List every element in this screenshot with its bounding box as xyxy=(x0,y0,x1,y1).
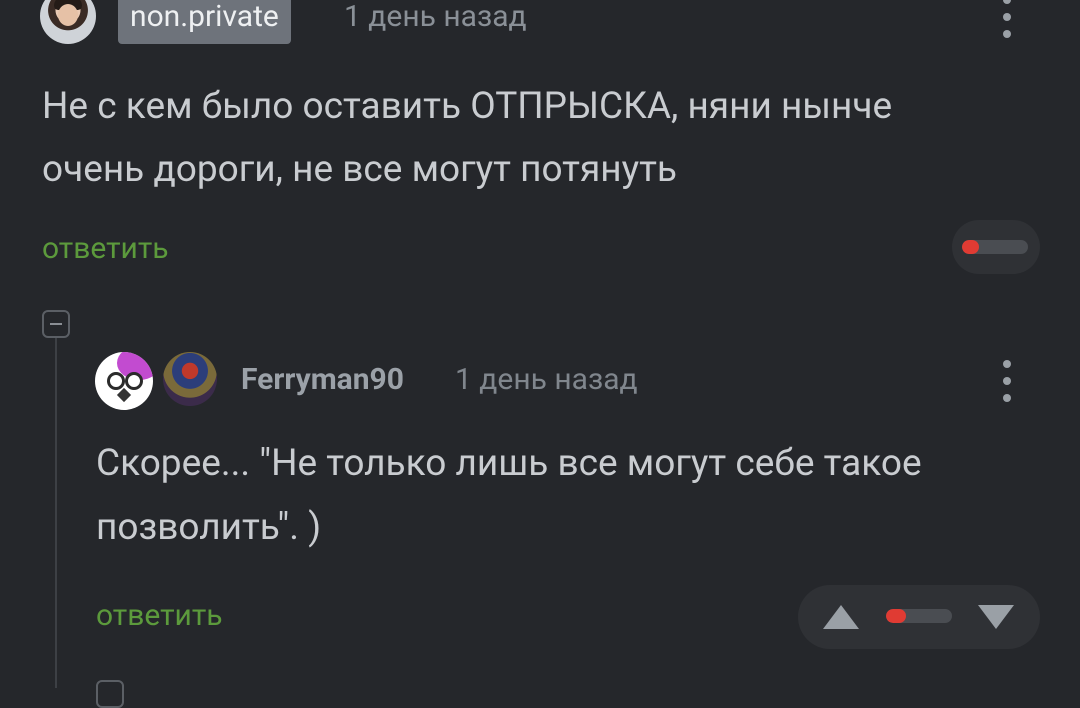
collapse-minus-icon[interactable] xyxy=(42,310,70,338)
avatar[interactable] xyxy=(95,352,153,410)
reply-link[interactable]: ответить xyxy=(42,229,169,269)
upvote-arrow-icon[interactable] xyxy=(823,605,859,629)
thread-line[interactable] xyxy=(55,338,57,688)
collapse-minus-icon[interactable] xyxy=(96,680,124,708)
avatar[interactable] xyxy=(163,352,217,406)
more-vertical-icon[interactable] xyxy=(1003,360,1013,411)
rating-bar-fill xyxy=(962,240,979,254)
downvote-arrow-icon[interactable] xyxy=(978,605,1014,629)
avatar[interactable] xyxy=(40,0,96,44)
comment-timestamp: 1 день назад xyxy=(455,362,638,397)
comment-text: Скорее... "Не только лишь все могут себе… xyxy=(96,442,922,549)
username-badge[interactable]: non.private xyxy=(118,0,291,44)
more-vertical-icon[interactable] xyxy=(1003,0,1013,47)
comment-text: Не с кем было оставить ОТПРЫСКА, няни ны… xyxy=(42,85,893,191)
rating-bar xyxy=(962,240,1028,254)
rating-bar xyxy=(886,609,952,623)
username[interactable]: Ferryman90 xyxy=(241,358,404,402)
rating-bar-fill xyxy=(886,609,906,623)
rating-indicator xyxy=(952,220,1040,274)
avatar-face xyxy=(58,4,78,26)
avatar-beak xyxy=(116,387,132,403)
avatar-eye xyxy=(107,372,125,390)
reply-link[interactable]: ответить xyxy=(96,596,223,636)
vote-controls xyxy=(798,585,1040,649)
comment-timestamp: 1 день назад xyxy=(344,0,527,34)
avatar-eye xyxy=(125,372,143,390)
